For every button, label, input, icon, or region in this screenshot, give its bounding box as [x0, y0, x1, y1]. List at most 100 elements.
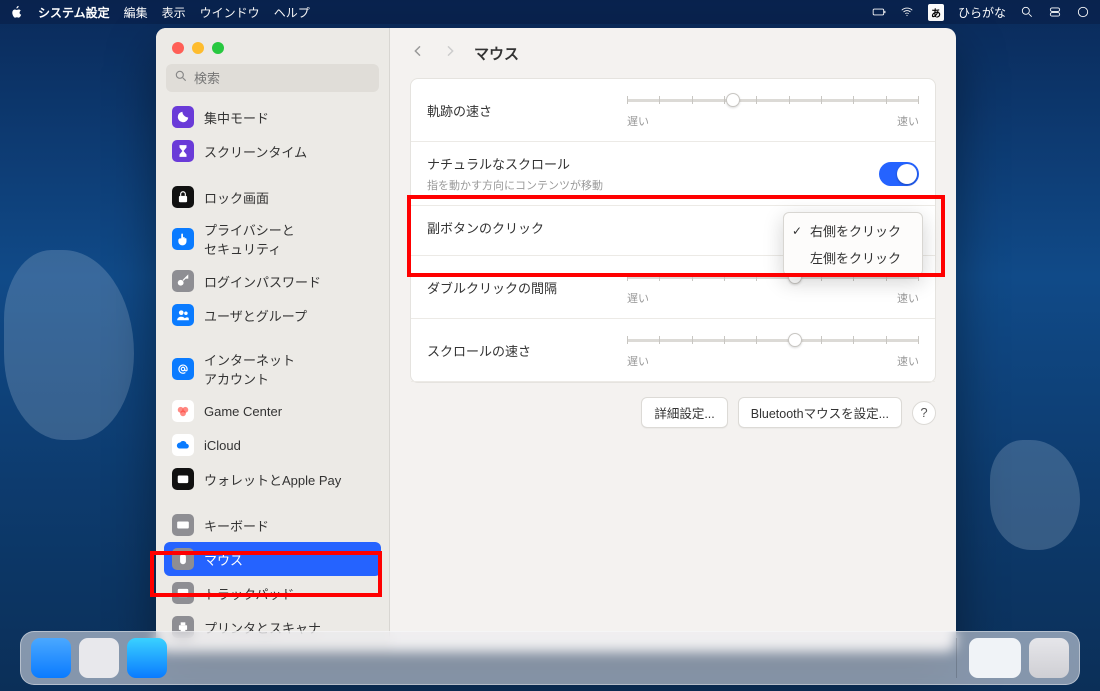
sidebar-item-label: ログインパスワード [204, 272, 321, 291]
sidebar-item-moon[interactable]: 集中モード [164, 100, 381, 134]
sidebar-item-users[interactable]: ユーザとグループ [164, 298, 381, 332]
mouse-icon [172, 548, 194, 570]
hand-icon [172, 228, 194, 250]
cloud-icon [172, 434, 194, 456]
minimize-button[interactable] [192, 42, 204, 54]
menubar-item-edit[interactable]: 編集 [124, 4, 148, 21]
sidebar-item-key[interactable]: ログインパスワード [164, 264, 381, 298]
scroll-speed-slider[interactable] [627, 331, 919, 349]
back-button[interactable] [410, 43, 426, 64]
sidebar-item-hand[interactable]: プライバシーと セキュリティ [164, 214, 381, 264]
keyboard-icon [172, 514, 194, 536]
apple-menu-icon[interactable] [10, 5, 24, 19]
double-fast-label: 速い [897, 290, 919, 306]
sidebar-item-lock[interactable]: ロック画面 [164, 180, 381, 214]
battery-icon[interactable] [872, 5, 886, 19]
spotlight-icon[interactable] [1020, 5, 1034, 19]
trackpad-icon [172, 582, 194, 604]
settings-card: 軌跡の速さ 遅い 速い [410, 78, 936, 383]
sidebar-item-label: iCloud [204, 438, 241, 453]
advanced-button[interactable]: 詳細設定... [641, 397, 727, 428]
ime-mode-label[interactable]: ひらがな [958, 4, 1006, 21]
search-icon [174, 69, 188, 88]
sidebar-item-label: トラックパッド [204, 584, 294, 603]
sidebar-item-trackpad[interactable]: トラックパッド [164, 576, 381, 610]
sidebar-item-label: ウォレットとApple Pay [204, 470, 341, 489]
wallet-icon [172, 468, 194, 490]
sidebar-item-label: インターネット アカウント [204, 350, 295, 388]
sidebar-item-label: プライバシーと セキュリティ [204, 220, 295, 258]
sidebar-item-hourglass[interactable]: スクリーンタイム [164, 134, 381, 168]
search-input[interactable] [194, 71, 371, 86]
sidebar-item-gamecenter[interactable]: Game Center [164, 394, 381, 428]
sidebar-item-label: ユーザとグループ [204, 306, 307, 325]
help-button[interactable]: ? [912, 401, 936, 425]
wifi-icon[interactable] [900, 5, 914, 19]
forward-button [442, 43, 458, 64]
ime-indicator[interactable]: あ [928, 4, 944, 21]
key-icon [172, 270, 194, 292]
sidebar-item-wallet[interactable]: ウォレットとApple Pay [164, 462, 381, 496]
users-icon [172, 304, 194, 326]
sidebar-item-at[interactable]: インターネット アカウント [164, 344, 381, 394]
menubar-item-help[interactable]: ヘルプ [274, 4, 310, 21]
row-natural-scroll: ナチュラルなスクロール 指を動かす方向にコンテンツが移動 [411, 142, 935, 206]
double-click-label: ダブルクリックの間隔 [427, 278, 627, 297]
sidebar-item-label: 集中モード [204, 108, 269, 127]
dock-minimized-window[interactable] [969, 638, 1021, 678]
sidebar-item-label: ロック画面 [204, 188, 269, 207]
tracking-label: 軌跡の速さ [427, 101, 627, 120]
window-controls [156, 28, 389, 64]
popup-option-left[interactable]: 左側をクリック [784, 244, 922, 271]
menubar-item-window[interactable]: ウインドウ [200, 4, 260, 21]
scroll-slow-label: 遅い [627, 353, 649, 369]
sidebar-list[interactable]: 集中モードスクリーンタイムロック画面プライバシーと セキュリティログインパスワー… [156, 100, 389, 652]
menubar: システム設定 編集 表示 ウインドウ ヘルプ あ ひらがな [0, 0, 1100, 24]
dock-app-safari[interactable] [127, 638, 167, 678]
popup-option-right[interactable]: ✓右側をクリック [784, 217, 922, 244]
dock-trash[interactable] [1029, 638, 1069, 678]
sidebar-item-label: スクリーンタイム [204, 142, 307, 161]
close-button[interactable] [172, 42, 184, 54]
sidebar-item-cloud[interactable]: iCloud [164, 428, 381, 462]
dock-app-launchpad[interactable] [79, 638, 119, 678]
control-center-icon[interactable] [1048, 5, 1062, 19]
sidebar: 集中モードスクリーンタイムロック画面プライバシーと セキュリティログインパスワー… [156, 28, 390, 652]
dock[interactable] [20, 631, 1080, 685]
moon-icon [172, 106, 194, 128]
tracking-fast-label: 速い [897, 113, 919, 129]
row-scroll-speed: スクロールの速さ 遅い 速い [411, 319, 935, 382]
scroll-speed-label: スクロールの速さ [427, 341, 627, 360]
sidebar-item-label: マウス [204, 550, 243, 569]
natural-scroll-label: ナチュラルなスクロール [427, 154, 879, 173]
titlebar: マウス [390, 28, 956, 78]
menubar-app-name[interactable]: システム設定 [38, 4, 110, 21]
at-icon [172, 358, 194, 380]
tracking-slow-label: 遅い [627, 113, 649, 129]
system-settings-window: 集中モードスクリーンタイムロック画面プライバシーと セキュリティログインパスワー… [156, 28, 956, 652]
sidebar-item-label: キーボード [204, 516, 269, 535]
zoom-button[interactable] [212, 42, 224, 54]
search-field[interactable] [166, 64, 379, 92]
scroll-fast-label: 速い [897, 353, 919, 369]
bluetooth-setup-button[interactable]: Bluetoothマウスを設定... [738, 397, 902, 428]
siri-icon[interactable] [1076, 5, 1090, 19]
row-secondary-click: 副ボタンのクリック ✓右側をクリック 左側をクリック [411, 206, 935, 256]
natural-scroll-toggle[interactable] [879, 162, 919, 186]
secondary-click-popup[interactable]: ✓右側をクリック 左側をクリック [783, 212, 923, 276]
menubar-item-view[interactable]: 表示 [162, 4, 186, 21]
sidebar-item-mouse[interactable]: マウス [164, 542, 381, 576]
row-tracking-speed: 軌跡の速さ 遅い 速い [411, 79, 935, 142]
sidebar-item-keyboard[interactable]: キーボード [164, 508, 381, 542]
sidebar-item-label: Game Center [204, 404, 282, 419]
gamecenter-icon [172, 400, 194, 422]
dock-app-finder[interactable] [31, 638, 71, 678]
natural-scroll-sub: 指を動かす方向にコンテンツが移動 [427, 177, 879, 193]
double-slow-label: 遅い [627, 290, 649, 306]
secondary-click-label: 副ボタンのクリック [427, 218, 627, 237]
hourglass-icon [172, 140, 194, 162]
content-pane: マウス 軌跡の速さ 遅い 速い [390, 28, 956, 652]
tracking-slider[interactable] [627, 91, 919, 109]
page-title: マウス [474, 43, 519, 64]
lock-icon [172, 186, 194, 208]
